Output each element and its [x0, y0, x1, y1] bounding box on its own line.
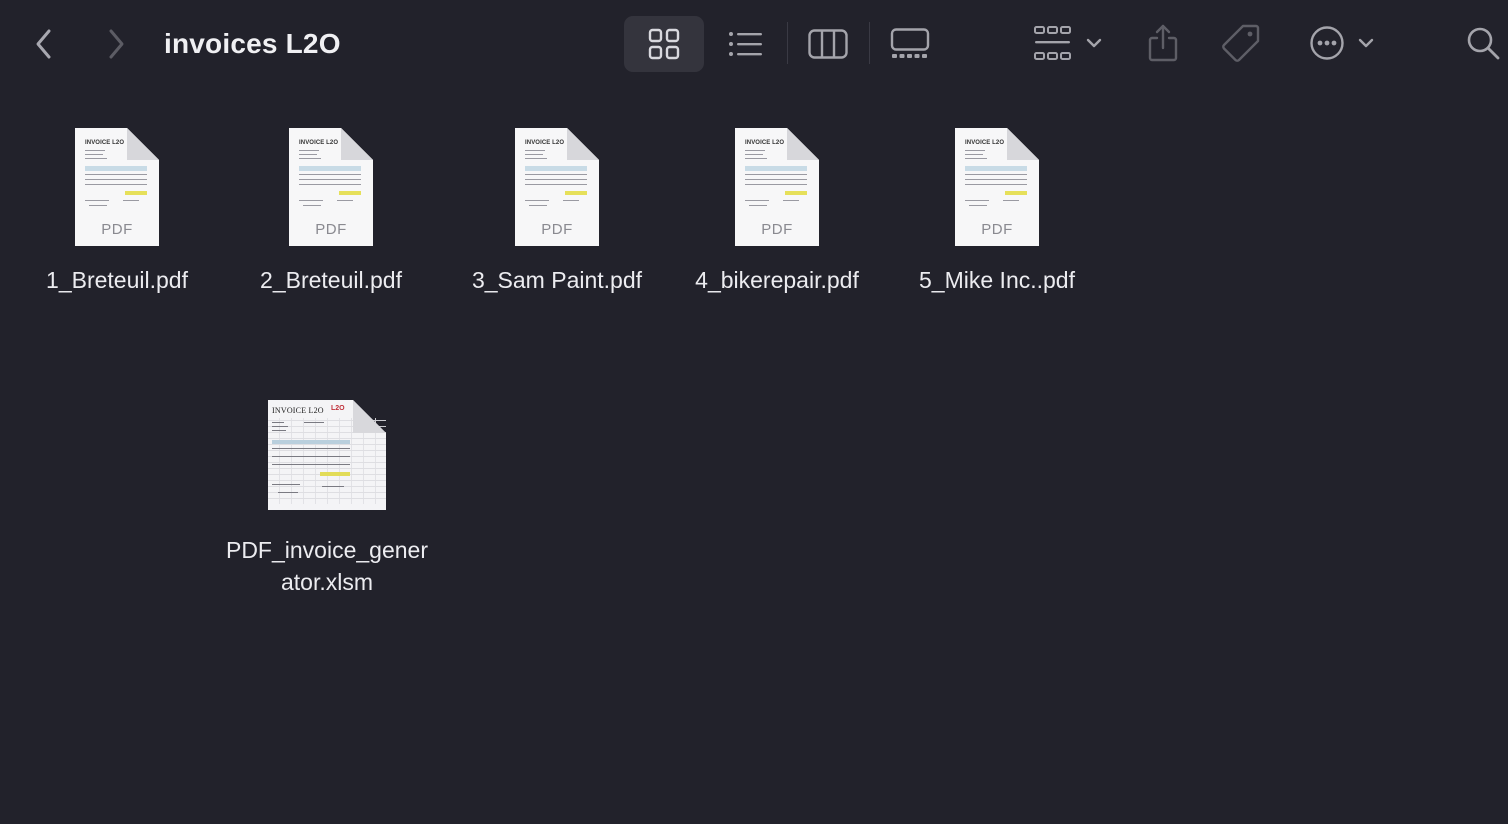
pdf-file-icon: INVOICE L2O PDF [955, 128, 1039, 246]
share-button[interactable] [1140, 20, 1186, 66]
file-name: 5_Mike Inc..pdf [919, 267, 1075, 293]
file-item[interactable]: INVOICE L2O PDF 5_Mike Inc..pdf [896, 128, 1098, 296]
file-item[interactable]: INVOICE L2O PDF 1_Breteuil.pdf [26, 128, 208, 296]
list-icon [729, 32, 762, 56]
file-name: PDF_invoice_generator.xlsm [225, 537, 428, 595]
file-item[interactable]: INVOICE L2O PDF 4_bikerepair.pdf [676, 128, 878, 296]
grid-icon [648, 28, 680, 60]
pdf-file-icon: INVOICE L2O PDF [515, 128, 599, 246]
list-view-button[interactable] [720, 22, 772, 66]
pdf-file-icon: INVOICE L2O PDF [289, 128, 373, 246]
column-view-button[interactable] [802, 22, 854, 66]
gallery-icon [890, 28, 930, 58]
file-item[interactable]: INVOICE L2O L2O PDF_invoice_generator.xl… [222, 400, 432, 598]
forward-button[interactable] [98, 24, 134, 64]
search-button[interactable] [1460, 20, 1506, 66]
group-grid-icon [1034, 26, 1071, 60]
group-by-button[interactable] [1028, 20, 1108, 66]
toolbar-divider [869, 22, 870, 64]
chevron-down-icon [1358, 38, 1374, 48]
back-button[interactable] [26, 24, 62, 64]
file-item[interactable]: INVOICE L2O PDF 3_Sam Paint.pdf [456, 128, 658, 296]
pdf-file-icon: INVOICE L2O PDF [735, 128, 819, 246]
ellipsis-circle-icon [1310, 26, 1344, 60]
columns-icon [808, 29, 848, 59]
tag-icon [1222, 24, 1260, 62]
chevron-down-icon [1086, 38, 1102, 48]
pdf-file-icon: INVOICE L2O PDF [75, 128, 159, 246]
icon-view-button[interactable] [624, 16, 704, 72]
spreadsheet-file-icon: INVOICE L2O L2O [268, 400, 386, 510]
search-icon [1467, 27, 1500, 60]
file-item[interactable]: INVOICE L2O PDF 2_Breteuil.pdf [240, 128, 422, 296]
window-title: invoices L2O [164, 28, 341, 59]
file-browser: INVOICE L2O PDF 1_Breteuil.pdf INVOICE L… [0, 88, 1508, 824]
file-name: 4_bikerepair.pdf [695, 267, 859, 293]
more-actions-button[interactable] [1302, 20, 1382, 66]
file-name: 3_Sam Paint.pdf [471, 267, 643, 293]
file-name: 2_Breteuil.pdf [260, 267, 402, 293]
toolbar: invoices L2O [0, 0, 1508, 88]
chevron-right-icon [109, 29, 124, 59]
tag-button[interactable] [1218, 20, 1264, 66]
chevron-left-icon [36, 29, 51, 59]
file-name: 1_Breteuil.pdf [46, 267, 188, 293]
toolbar-divider [787, 22, 788, 64]
share-icon [1148, 24, 1178, 62]
gallery-view-button[interactable] [884, 22, 936, 66]
